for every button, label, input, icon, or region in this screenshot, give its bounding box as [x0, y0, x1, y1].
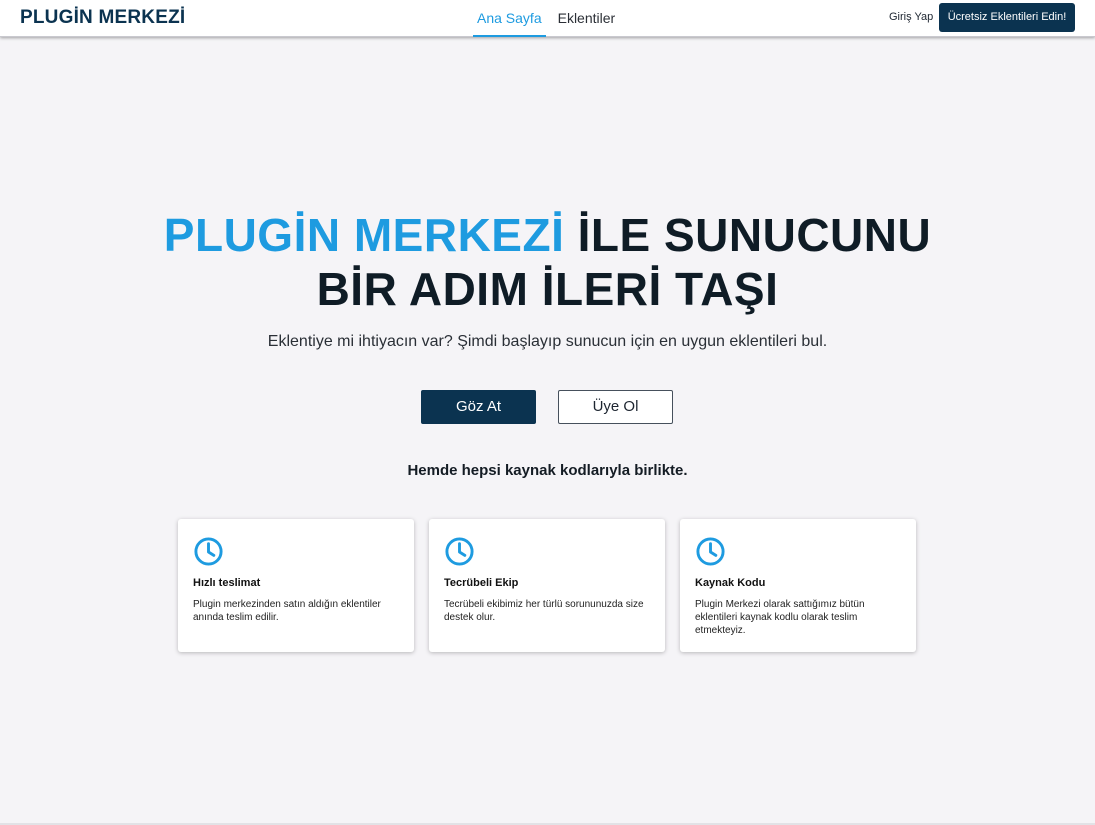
browse-button[interactable]: Göz At — [421, 390, 536, 424]
hero-subtitle: Eklentiye mi ihtiyacın var? Şimdi başlay… — [267, 333, 828, 350]
feature-description: Plugin merkezinden satın aldığın eklenti… — [193, 599, 381, 623]
feature-title: Kaynak Kodu — [695, 577, 766, 589]
hero-title: PLUGİN MERKEZİ İLE SUNUCUNU BİR ADIM İLE… — [0, 208, 1095, 316]
feature-card-fast-delivery: Hızlı teslimat Plugin merkezinden satın … — [178, 519, 414, 652]
feature-title: Hızlı teslimat — [193, 577, 261, 589]
hero-title-brand: PLUGİN MERKEZİ — [163, 209, 565, 261]
hero-title-line-1: PLUGİN MERKEZİ İLE SUNUCUNU — [0, 208, 1095, 262]
login-link[interactable]: Giriş Yap — [889, 11, 933, 23]
nav-link-home[interactable]: Ana Sayfa — [473, 0, 546, 37]
nav-link-plugins[interactable]: Eklentiler — [554, 0, 620, 37]
top-navbar: PLUGİN MERKEZİ Ana Sayfa Eklentiler Giri… — [0, 0, 1095, 37]
sign-up-button[interactable]: Üye Ol — [558, 390, 673, 424]
feature-title: Tecrübeli Ekip — [444, 577, 519, 589]
hero-title-line-2: BİR ADIM İLERİ TAŞI — [316, 263, 779, 315]
hero-title-rest: İLE SUNUCUNU — [577, 209, 932, 261]
clock-icon — [696, 537, 725, 566]
feature-description: Tecrübeli ekibimiz her türlü sorununuzda… — [444, 599, 644, 623]
clock-icon — [194, 537, 223, 566]
clock-icon — [445, 537, 474, 566]
feature-description: Plugin Merkezi olarak sattığımız bütün e… — [695, 599, 865, 636]
feature-card-experienced-team: Tecrübeli Ekip Tecrübeli ekibimiz her tü… — [429, 519, 665, 652]
site-logo[interactable]: PLUGİN MERKEZİ — [20, 7, 185, 29]
get-free-plugins-button[interactable]: Ücretsiz Eklentileri Edin! — [939, 3, 1075, 32]
feature-card-source-code: Kaynak Kodu Plugin Merkezi olarak sattığ… — [680, 519, 916, 652]
main-nav: Ana Sayfa Eklentiler — [473, 0, 627, 37]
tagline: Hemde hepsi kaynak kodlarıyla birlikte. — [407, 462, 688, 479]
